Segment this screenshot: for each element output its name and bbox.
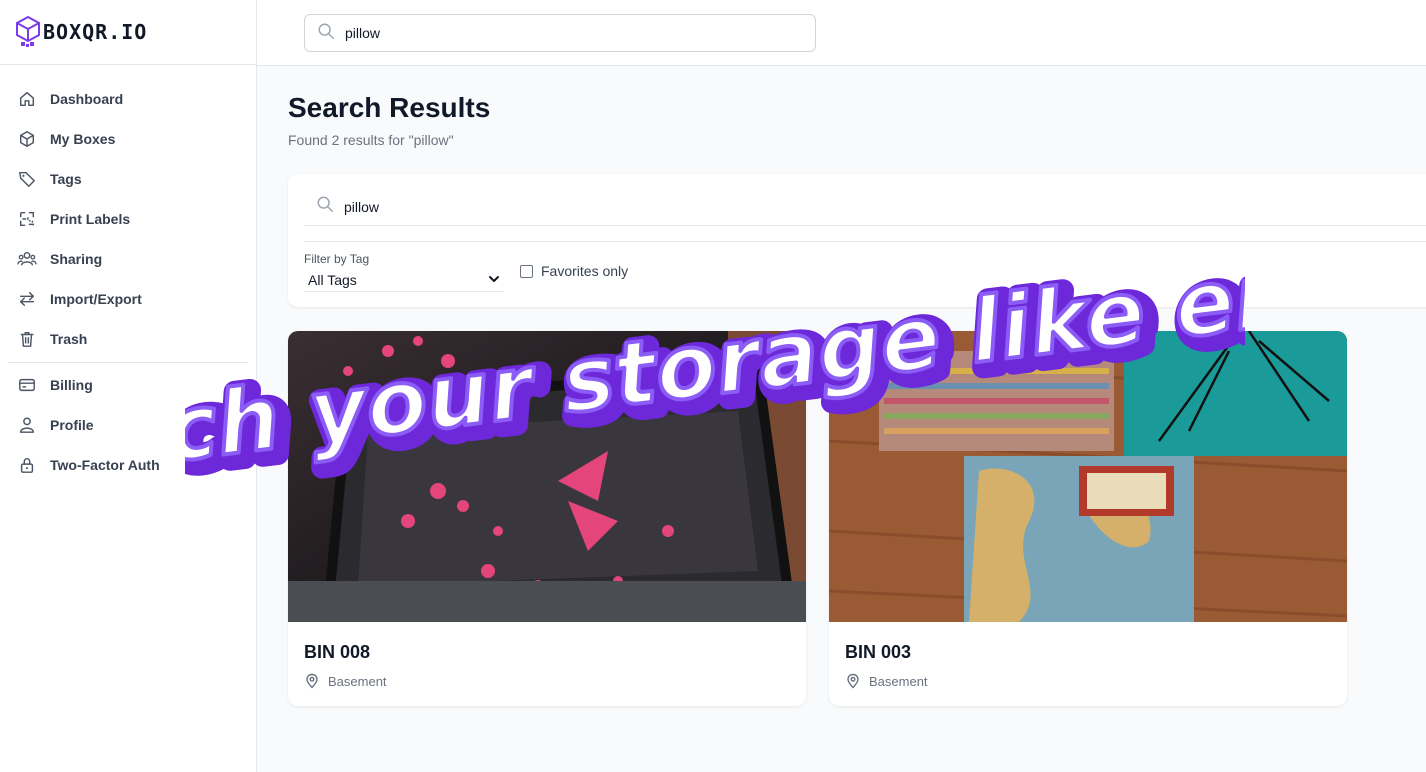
brand[interactable]: BOXQR.IO [0, 0, 256, 65]
location-label: Basement [328, 673, 387, 689]
global-search-input[interactable] [345, 25, 785, 41]
result-title: BIN 003 [845, 642, 912, 662]
result-card[interactable]: BIN 003 Basement [829, 331, 1347, 706]
sidebar-item-label: Print Labels [50, 211, 131, 227]
sidebar-item-print-labels[interactable]: Print Labels [8, 199, 248, 239]
result-card[interactable]: BIN 008 Basement [288, 331, 806, 706]
favorites-only-toggle[interactable]: Favorites only [520, 263, 628, 279]
sidebar-item-profile[interactable]: Profile [8, 405, 248, 445]
divider [304, 241, 1426, 242]
main-content: Search Results Found 2 results for "pill… [257, 66, 1426, 772]
search-icon [316, 195, 334, 218]
tag-icon [17, 169, 37, 189]
location-pin-icon [847, 673, 859, 689]
trash-icon [17, 329, 37, 349]
boxqr-logo-icon [16, 15, 40, 47]
brand-name: BOXQR.IO [43, 20, 148, 44]
favorites-checkbox[interactable] [520, 264, 533, 278]
tag-filter-value: All Tags [308, 271, 357, 288]
result-title: BIN 008 [304, 642, 371, 662]
search-field[interactable] [304, 188, 1426, 226]
topbar [257, 0, 1426, 66]
sidebar-item-label: Tags [50, 171, 82, 187]
results-count: Found 2 results for "pillow" [288, 132, 454, 148]
tag-filter-select[interactable]: All Tags [304, 268, 504, 292]
box-icon [17, 129, 37, 149]
lock-icon [17, 455, 37, 475]
sidebar: BOXQR.IO Dashboard My Boxes Tags Print L… [0, 0, 257, 772]
result-location: Basement [304, 673, 387, 689]
location-label: Basement [869, 673, 928, 689]
sidebar-item-tags[interactable]: Tags [8, 159, 248, 199]
global-search[interactable] [304, 14, 816, 52]
sidebar-item-label: Billing [50, 377, 93, 393]
result-location: Basement [845, 673, 928, 689]
sidebar-item-label: Import/Export [50, 291, 142, 307]
sidebar-item-label: Trash [50, 331, 88, 347]
page-title: Search Results [288, 92, 491, 123]
search-input[interactable] [344, 198, 844, 215]
sidebar-nav: Dashboard My Boxes Tags Print Labels Sha… [0, 65, 256, 485]
home-icon [17, 89, 37, 109]
chevron-down-icon [488, 272, 500, 288]
sidebar-item-label: Dashboard [50, 91, 124, 107]
sidebar-item-sharing[interactable]: Sharing [8, 239, 248, 279]
sidebar-item-two-factor-auth[interactable]: Two-Factor Auth [8, 445, 248, 485]
nav-divider [8, 362, 248, 363]
qr-icon [17, 209, 37, 229]
sidebar-item-billing[interactable]: Billing [8, 365, 248, 405]
filter-by-tag-label: Filter by Tag [304, 252, 370, 266]
user-icon [17, 415, 37, 435]
location-pin-icon [306, 673, 318, 689]
users-icon [17, 249, 37, 269]
sidebar-item-my-boxes[interactable]: My Boxes [8, 119, 248, 159]
sidebar-item-dashboard[interactable]: Dashboard [8, 79, 248, 119]
sidebar-item-label: My Boxes [50, 131, 116, 147]
search-filter-card: Filter by Tag All Tags Favorites only [288, 174, 1426, 307]
arrows-icon [17, 289, 37, 309]
search-icon [317, 22, 335, 45]
favorites-label: Favorites only [541, 263, 629, 279]
sidebar-item-trash[interactable]: Trash [8, 319, 248, 359]
box-photo [288, 331, 806, 622]
sidebar-item-label: Profile [50, 417, 94, 433]
credit-card-icon [17, 375, 37, 395]
box-photo [829, 331, 1347, 622]
sidebar-item-import-export[interactable]: Import/Export [8, 279, 248, 319]
sidebar-item-label: Two-Factor Auth [50, 457, 160, 473]
sidebar-item-label: Sharing [50, 251, 103, 267]
